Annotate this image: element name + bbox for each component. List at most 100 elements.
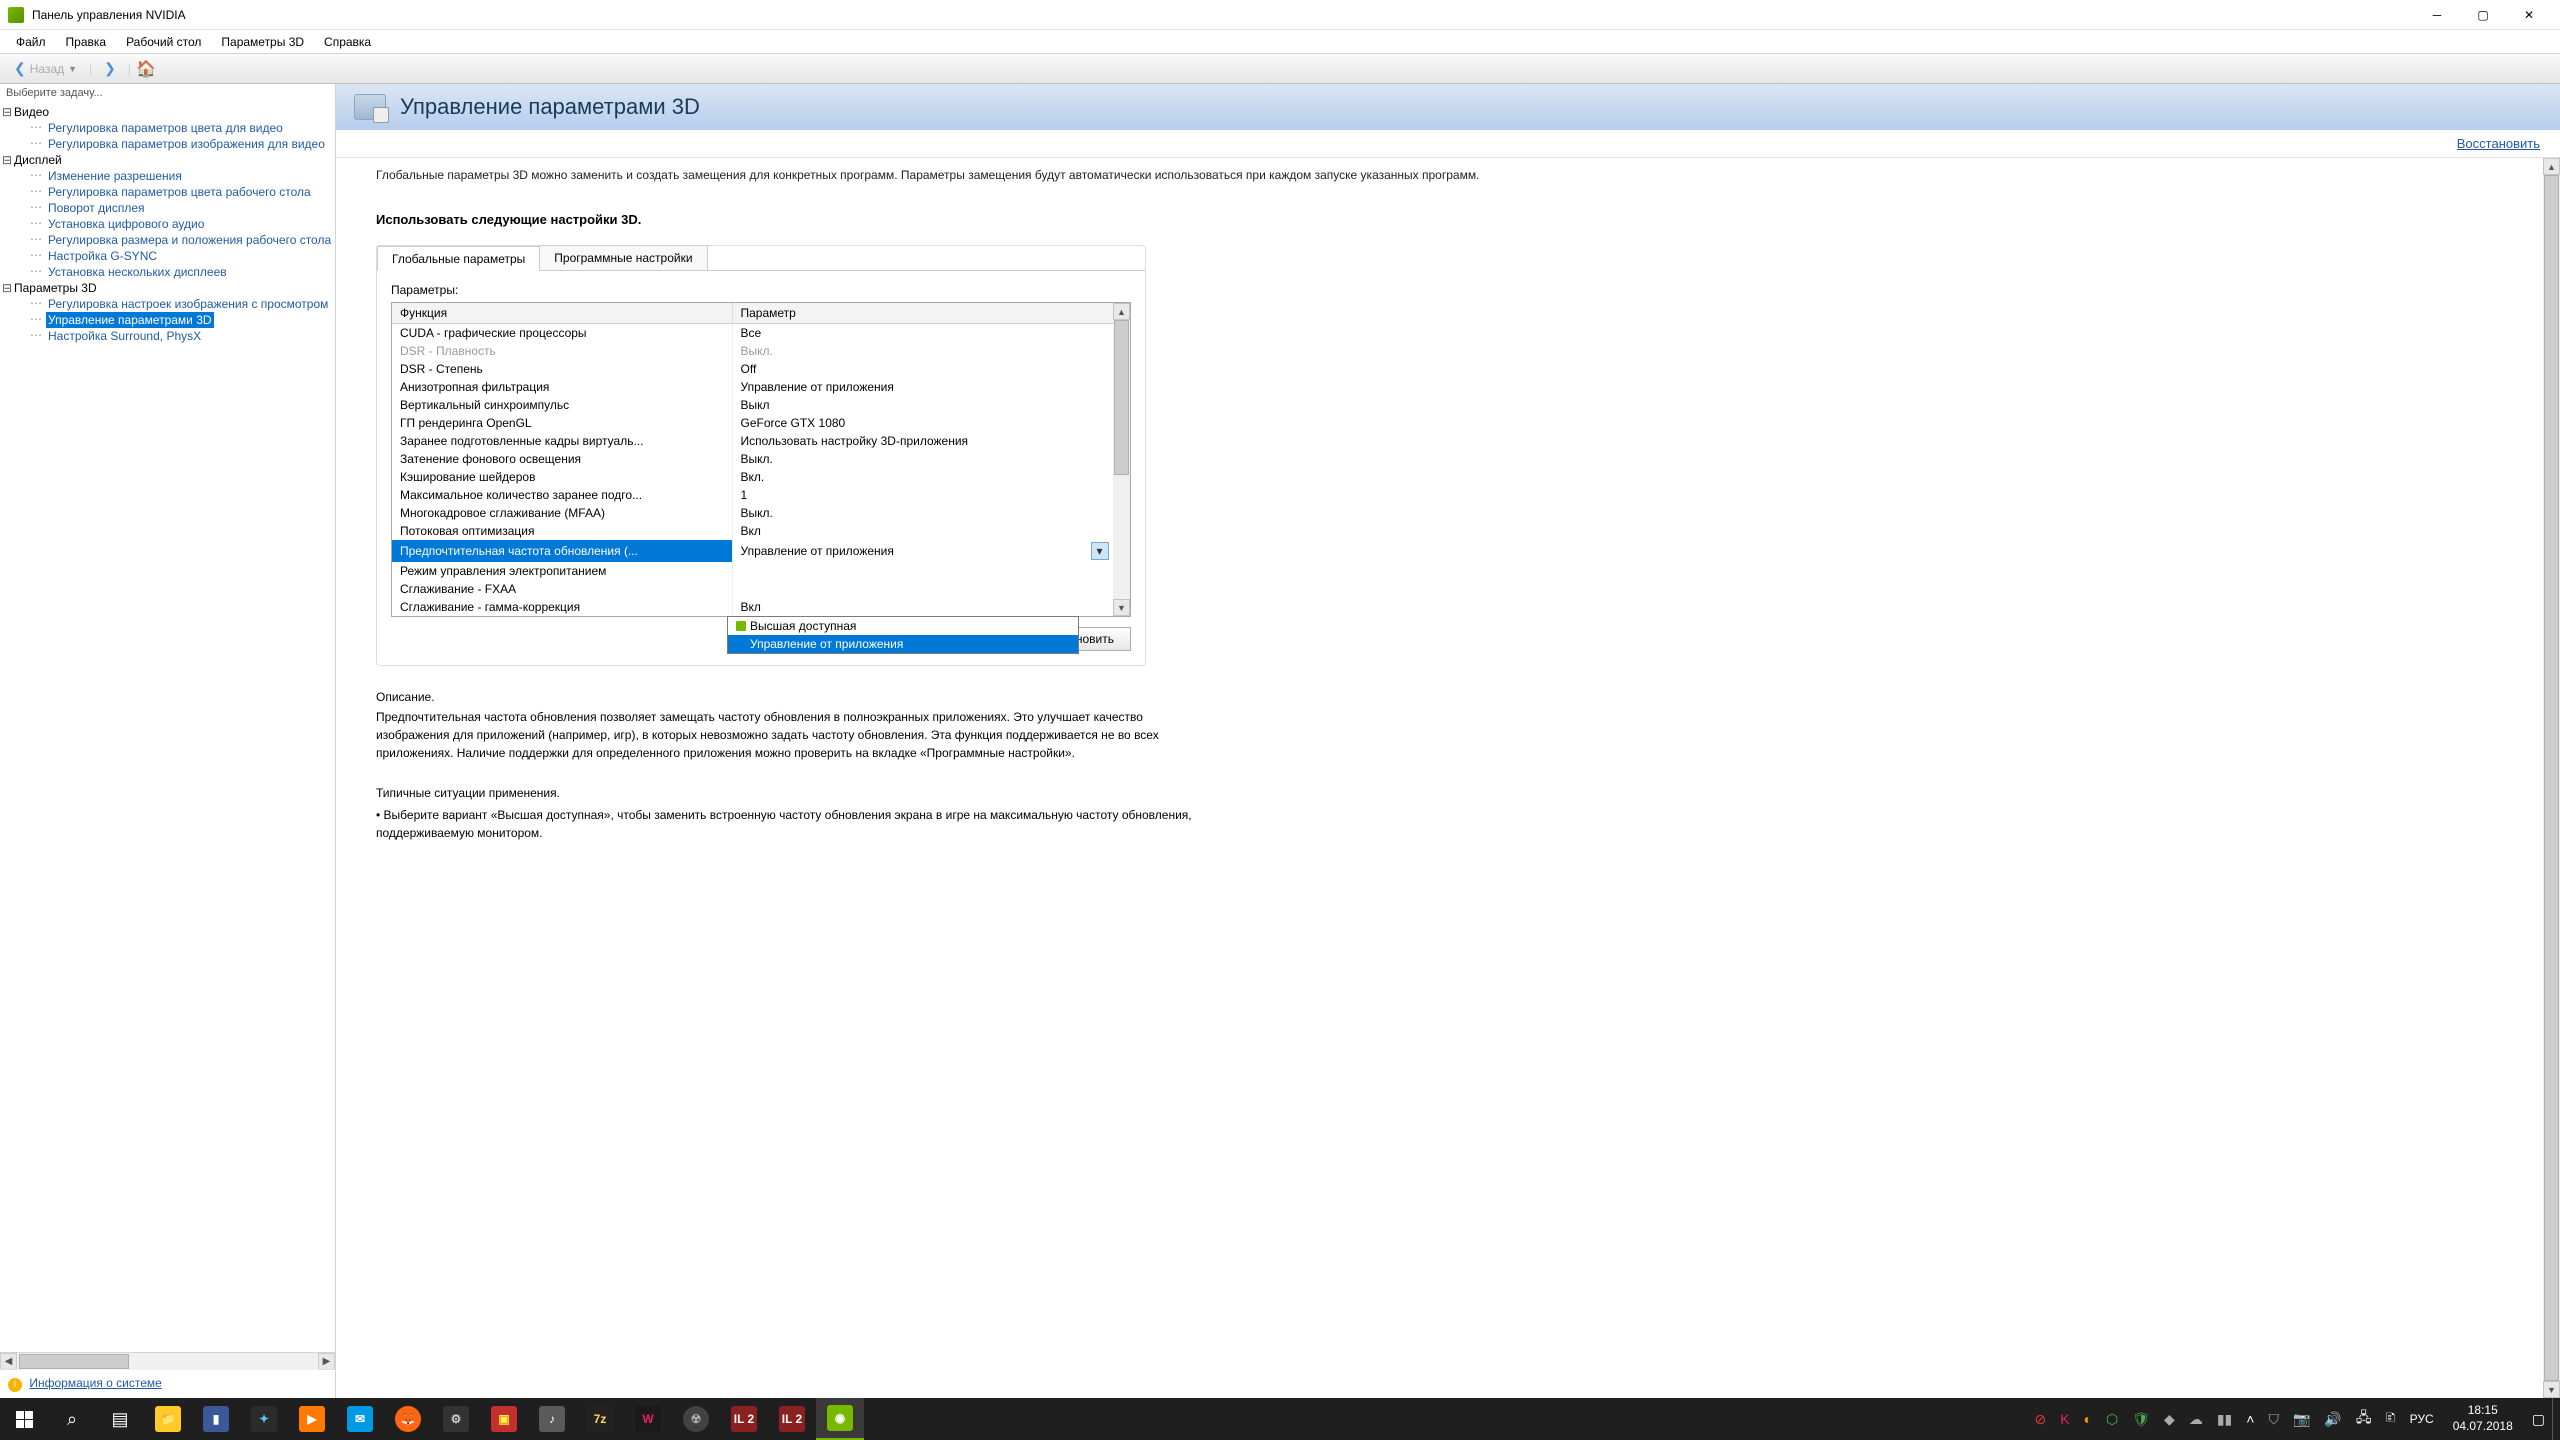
tree-item-image-preview[interactable]: Регулировка настроек изображения с просм… bbox=[46, 296, 330, 312]
param-row[interactable]: CUDA - графические процессорыВсе bbox=[392, 324, 1130, 343]
taskbar-app-7[interactable]: ♪ bbox=[528, 1398, 576, 1440]
taskbar-app-2[interactable]: ✦ bbox=[240, 1398, 288, 1440]
tray-icon[interactable]: ⊘ bbox=[2027, 1398, 2053, 1440]
menu-file[interactable]: Файл bbox=[6, 32, 56, 52]
tree-item-desktop-color[interactable]: Регулировка параметров цвета рабочего ст… bbox=[46, 184, 313, 200]
taskbar-app-6[interactable]: ▣ bbox=[480, 1398, 528, 1440]
param-row[interactable]: Вертикальный синхроимпульсВыкл bbox=[392, 396, 1130, 414]
tray-icon[interactable]: K bbox=[2053, 1398, 2076, 1440]
taskbar-nvidia[interactable]: ◉ bbox=[816, 1398, 864, 1440]
scrollbar-track[interactable] bbox=[1113, 320, 1130, 599]
start-button[interactable] bbox=[0, 1398, 48, 1440]
scroll-up-icon[interactable]: ▲ bbox=[2543, 158, 2560, 175]
col-function[interactable]: Функция bbox=[392, 303, 732, 324]
params-vertical-scrollbar[interactable]: ▲ ▼ bbox=[1113, 303, 1130, 616]
scrollbar-track[interactable] bbox=[17, 1353, 318, 1370]
tree-item-manage-3d[interactable]: Управление параметрами 3D bbox=[46, 312, 214, 328]
param-row[interactable]: Сглаживание - гамма-коррекцияВкл bbox=[392, 598, 1130, 616]
tree-item-video-image[interactable]: Регулировка параметров изображения для в… bbox=[46, 136, 327, 152]
tree-item-size-position[interactable]: Регулировка размера и положения рабочего… bbox=[46, 232, 333, 248]
show-desktop-button[interactable] bbox=[2552, 1398, 2560, 1440]
param-row[interactable]: Заранее подготовленные кадры виртуаль...… bbox=[392, 432, 1130, 450]
param-row[interactable]: Затенение фонового освещенияВыкл. bbox=[392, 450, 1130, 468]
scroll-down-icon[interactable]: ▼ bbox=[1113, 599, 1130, 616]
nav-home-button[interactable]: 🏠 bbox=[135, 58, 157, 80]
param-row[interactable]: Кэширование шейдеровВкл. bbox=[392, 468, 1130, 486]
param-row[interactable]: DSR - ПлавностьВыкл. bbox=[392, 342, 1130, 360]
tray-icon[interactable]: ☁ bbox=[2182, 1398, 2210, 1440]
tree-item-gsync[interactable]: Настройка G-SYNC bbox=[46, 248, 159, 264]
menu-help[interactable]: Справка bbox=[314, 32, 381, 52]
taskbar-app-1[interactable]: ▮ bbox=[192, 1398, 240, 1440]
tree-item-surround-physx[interactable]: Настройка Surround, PhysX bbox=[46, 328, 203, 344]
taskbar-firefox[interactable]: 🦊 bbox=[384, 1398, 432, 1440]
nav-forward-button[interactable]: ❯ bbox=[96, 57, 124, 80]
tree-item-digital-audio[interactable]: Установка цифрового аудио bbox=[46, 216, 206, 232]
taskbar-app-8[interactable]: W bbox=[624, 1398, 672, 1440]
param-value[interactable]: Управление от приложения▾ bbox=[733, 540, 1130, 562]
taskbar-app-5[interactable]: ⚙ bbox=[432, 1398, 480, 1440]
tree-item-multi-display[interactable]: Установка нескольких дисплеев bbox=[46, 264, 229, 280]
refresh-rate-dropdown[interactable]: Высшая доступная Управление от приложени… bbox=[727, 616, 1079, 654]
maximize-button[interactable]: ▢ bbox=[2460, 0, 2506, 30]
tab-program[interactable]: Программные настройки bbox=[539, 245, 707, 270]
scrollbar-thumb[interactable] bbox=[1114, 320, 1129, 475]
scrollbar-thumb[interactable] bbox=[2544, 175, 2559, 1381]
nav-back-button[interactable]: ❮ Назад ▼ bbox=[6, 57, 85, 80]
dropdown-option-app-controlled[interactable]: Управление от приложения bbox=[728, 635, 1078, 653]
menu-edit[interactable]: Правка bbox=[56, 32, 117, 52]
scrollbar-thumb[interactable] bbox=[19, 1354, 129, 1369]
param-row[interactable]: Сглаживание - FXAA bbox=[392, 580, 1130, 598]
param-row[interactable]: Многокадровое сглаживание (MFAA)Выкл. bbox=[392, 504, 1130, 522]
content-vertical-scrollbar[interactable]: ▲ ▼ bbox=[2543, 158, 2560, 1398]
task-view-button[interactable]: ▤ bbox=[96, 1398, 144, 1440]
scroll-right-icon[interactable]: ▶ bbox=[318, 1353, 335, 1370]
tree-item-rotate[interactable]: Поворот дисплея bbox=[46, 200, 147, 216]
search-button[interactable]: ⌕ bbox=[48, 1398, 96, 1440]
param-row[interactable]: Максимальное количество заранее подго...… bbox=[392, 486, 1130, 504]
tray-clock[interactable]: 18:15 04.07.2018 bbox=[2441, 1403, 2525, 1434]
tray-language[interactable]: РУС bbox=[2403, 1398, 2441, 1440]
col-param[interactable]: Параметр bbox=[732, 303, 1130, 324]
menu-3d[interactable]: Параметры 3D bbox=[211, 32, 314, 52]
tray-icon[interactable]: 🛡 bbox=[2125, 1398, 2157, 1440]
menu-desktop[interactable]: Рабочий стол bbox=[116, 32, 211, 52]
taskbar-app-4[interactable]: ✉ bbox=[336, 1398, 384, 1440]
taskbar-il2-2[interactable]: IL 2 bbox=[768, 1398, 816, 1440]
restore-link[interactable]: Восстановить bbox=[2457, 136, 2560, 151]
taskbar-7zip[interactable]: 7z bbox=[576, 1398, 624, 1440]
tray-volume[interactable]: 🔊 bbox=[2317, 1398, 2348, 1440]
tray-power[interactable]: 🗈 bbox=[2378, 1398, 2402, 1440]
minimize-button[interactable]: ─ bbox=[2414, 0, 2460, 30]
dropdown-arrow-icon[interactable]: ▾ bbox=[1091, 542, 1109, 560]
tray-icon[interactable]: 📷 bbox=[2286, 1398, 2317, 1440]
sidebar-horizontal-scrollbar[interactable]: ◀ ▶ bbox=[0, 1352, 335, 1369]
taskbar-il2-1[interactable]: IL 2 bbox=[720, 1398, 768, 1440]
tray-show-hidden[interactable]: ˄ bbox=[2239, 1398, 2261, 1440]
tray-notifications[interactable]: ▢ bbox=[2525, 1398, 2552, 1440]
param-row[interactable]: Анизотропная фильтрацияУправление от при… bbox=[392, 378, 1130, 396]
param-row[interactable]: ГП рендеринга OpenGLGeForce GTX 1080 bbox=[392, 414, 1130, 432]
taskbar-app-3[interactable]: ▶ bbox=[288, 1398, 336, 1440]
system-info-link[interactable]: Информация о системе bbox=[29, 1376, 161, 1390]
tree-group-video[interactable]: ⊟ Видео bbox=[0, 104, 335, 120]
tree-item-resolution[interactable]: Изменение разрешения bbox=[46, 168, 184, 184]
param-row[interactable]: Предпочтительная частота обновления (...… bbox=[392, 540, 1130, 562]
taskbar-explorer[interactable]: 📁 bbox=[144, 1398, 192, 1440]
tree-group-display[interactable]: ⊟ Дисплей bbox=[0, 152, 335, 168]
scroll-up-icon[interactable]: ▲ bbox=[1113, 303, 1130, 320]
taskbar-app-9[interactable]: ☢ bbox=[672, 1398, 720, 1440]
tree-item-video-color[interactable]: Регулировка параметров цвета для видео bbox=[46, 120, 285, 136]
param-row[interactable]: DSR - СтепеньOff bbox=[392, 360, 1130, 378]
scrollbar-track[interactable] bbox=[2543, 175, 2560, 1381]
tree-group-3d[interactable]: ⊟ Параметры 3D bbox=[0, 280, 335, 296]
tray-network[interactable]: 🖧 bbox=[2349, 1398, 2379, 1440]
tray-icon[interactable]: ⛉ bbox=[2261, 1398, 2286, 1440]
tray-icon[interactable]: ▮▮ bbox=[2210, 1398, 2239, 1440]
tab-global[interactable]: Глобальные параметры bbox=[377, 246, 540, 271]
scroll-left-icon[interactable]: ◀ bbox=[0, 1353, 17, 1370]
param-row[interactable]: Режим управления электропитанием bbox=[392, 562, 1130, 580]
scroll-down-icon[interactable]: ▼ bbox=[2543, 1381, 2560, 1398]
close-button[interactable]: ✕ bbox=[2506, 0, 2552, 30]
param-row[interactable]: Потоковая оптимизацияВкл bbox=[392, 522, 1130, 540]
